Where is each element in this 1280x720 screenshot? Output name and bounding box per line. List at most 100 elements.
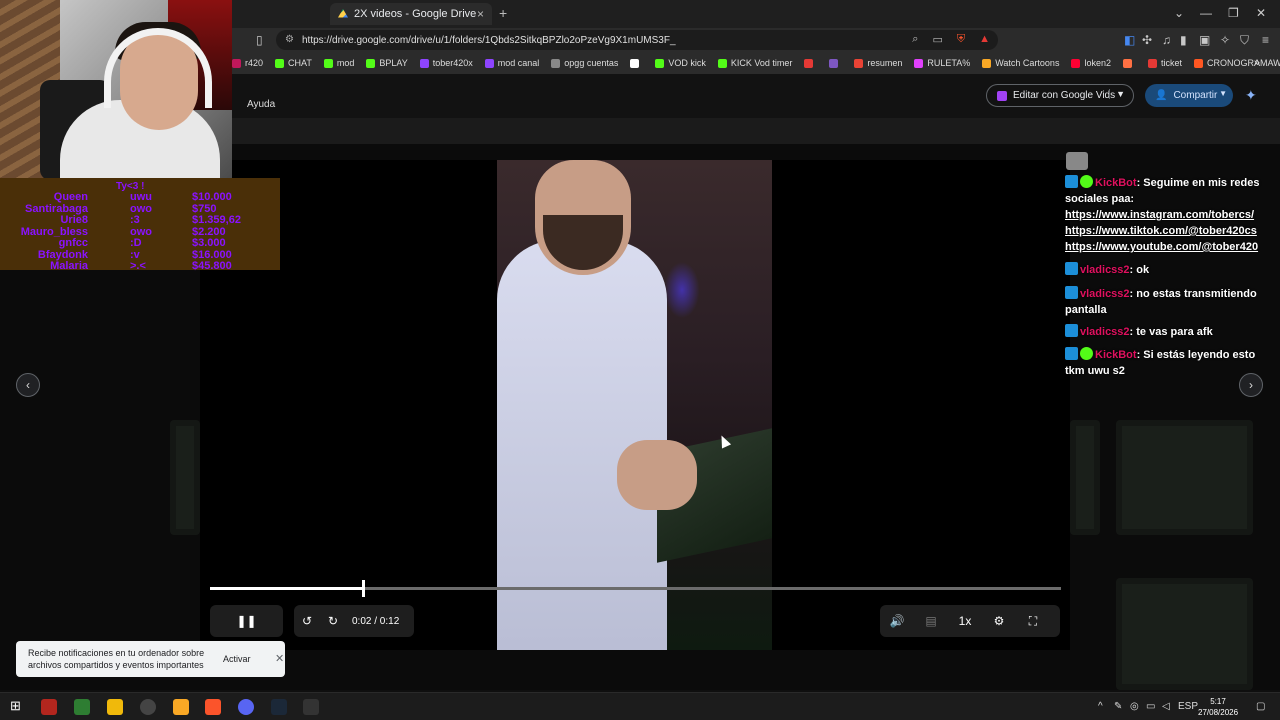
donation-amount: $1.359,62 — [192, 214, 241, 226]
close-window-button[interactable]: ✕ — [1256, 6, 1266, 20]
activate-button[interactable]: Activar — [223, 654, 251, 664]
steam-icon[interactable] — [271, 699, 287, 715]
music-icon[interactable]: ♫ — [1162, 33, 1171, 47]
brave-rewards-icon[interactable]: ▲ — [979, 33, 990, 46]
donation-row: Bfaydonk:v $16.000 — [0, 249, 280, 261]
vids-icon — [997, 90, 1007, 101]
sidebar-icon[interactable]: ▮ — [1180, 33, 1187, 47]
bookmark-item[interactable] — [804, 58, 817, 68]
chat-link[interactable]: https://www.tiktok.com/@tober420cs — [1065, 223, 1277, 239]
rewind-button[interactable]: ↺ — [294, 605, 320, 637]
windows-start-icon[interactable]: ⊞ — [10, 698, 21, 714]
playback-speed-button[interactable]: 1x — [948, 605, 982, 637]
video-progress-bar[interactable] — [210, 580, 1061, 597]
bookmark-item[interactable]: opgg cuentas — [551, 58, 618, 68]
bookmark-favicon-icon — [854, 58, 864, 68]
bookmark-item[interactable]: loken2 — [1071, 58, 1111, 68]
tab-close-icon[interactable]: × — [477, 7, 484, 21]
cast-icon[interactable]: ▭ — [932, 33, 942, 46]
bookmark-item[interactable]: KICK Vod timer — [717, 58, 792, 68]
new-tab-button[interactable]: + — [499, 5, 507, 21]
minimize-button[interactable]: — — [1200, 6, 1212, 20]
bookmark-item[interactable] — [829, 58, 842, 68]
bookmark-item[interactable]: VOD kick — [655, 58, 706, 68]
tab-drive[interactable]: 2X videos - Google Drive × — [330, 3, 492, 25]
help-menu[interactable]: Ayuda — [247, 99, 275, 110]
donation-name: Malaria — [50, 260, 88, 272]
previous-file-button[interactable]: ‹ — [16, 373, 40, 397]
drive-icon — [338, 9, 348, 18]
language-indicator[interactable]: ESP — [1178, 701, 1198, 712]
restore-button[interactable]: ❐ — [1228, 6, 1239, 20]
tab-search-icon[interactable]: ⌄ — [1174, 6, 1184, 20]
bookmark-favicon-icon — [323, 58, 333, 68]
toast-close-icon[interactable]: ✕ — [275, 652, 284, 665]
extension-icon[interactable]: ◧ — [1124, 33, 1135, 47]
pause-button[interactable]: ❚❚ — [210, 605, 283, 637]
brave-icon[interactable] — [205, 699, 221, 715]
chat-username: vladicss2 — [1080, 326, 1130, 338]
notifications-icon[interactable]: ▢ — [1256, 701, 1265, 712]
more-bookmarks-icon[interactable]: » — [1254, 57, 1260, 69]
address-bar[interactable]: ⚙ https://drive.google.com/drive/u/1/fol… — [276, 30, 998, 50]
bookmark-item[interactable] — [1122, 58, 1136, 68]
gemini-icon[interactable]: ✦ — [1245, 87, 1257, 104]
bookmark-item[interactable] — [630, 58, 643, 68]
fullscreen-icon: ⛶ — [1028, 613, 1038, 628]
replay-10-icon: ↺ — [301, 614, 313, 628]
progress-handle[interactable] — [362, 580, 366, 597]
donation-amount: $750 — [192, 202, 217, 215]
leo-icon[interactable]: ✧ — [1220, 33, 1230, 47]
bookmark-item[interactable]: Watch Cartoons — [982, 58, 1059, 68]
speaker-icon[interactable]: ◁ — [1162, 701, 1170, 712]
donation-emote: >.< — [130, 260, 146, 272]
chat-text: : te vas para afk — [1129, 326, 1213, 338]
pen-icon[interactable]: ✎ — [1114, 701, 1122, 712]
share-button[interactable]: 👤 Compartir ▼ — [1145, 84, 1233, 107]
chat-link[interactable]: https://www.youtube.com/@tober420 — [1065, 239, 1277, 255]
chat-message: vladicss2: ok — [1065, 262, 1277, 278]
chat-link[interactable]: https://www.instagram.com/tobercs/ — [1065, 207, 1277, 223]
donation-row: Malaria >.< $45.800 — [0, 260, 280, 272]
app-icon[interactable] — [41, 699, 57, 715]
wallet-icon[interactable]: ▣ — [1199, 33, 1210, 47]
bookmark-item[interactable]: resumen — [854, 58, 902, 68]
menu-icon[interactable]: ≡ — [1262, 33, 1269, 47]
forward-button[interactable]: ↻ — [320, 605, 346, 637]
chevron-down-icon[interactable]: ▼ — [1109, 89, 1125, 99]
zoom-icon[interactable]: ⌕ — [912, 33, 918, 46]
discord-icon[interactable] — [238, 699, 254, 715]
app-tray-icon[interactable]: ◎ — [1130, 701, 1139, 712]
chat-username: KickBot — [1095, 349, 1137, 361]
taskbar-clock[interactable]: 5:17 27/08/2026 — [1198, 696, 1238, 718]
bookmark-item[interactable]: tober420x — [419, 58, 473, 68]
bookmark-item[interactable]: r420 — [232, 58, 263, 68]
vpn-icon[interactable]: ⛉ — [1240, 33, 1249, 48]
bookmark-item[interactable]: RULETA% — [914, 58, 970, 68]
site-info-icon[interactable]: ⚙ — [285, 34, 294, 45]
bookmark-item[interactable]: ticket — [1147, 58, 1182, 68]
chevron-down-icon[interactable]: ▼ — [1219, 89, 1227, 98]
bookmark-item[interactable]: CRONOGRAMAWO... — [1194, 58, 1280, 68]
captions-button[interactable]: ▤ — [914, 605, 948, 637]
bookmark-item[interactable]: CHAT — [275, 58, 312, 68]
app-icon[interactable] — [74, 699, 90, 715]
app-icon[interactable] — [303, 699, 319, 715]
url-text: https://drive.google.com/drive/u/1/folde… — [302, 34, 676, 46]
bookmark-item[interactable]: mod canal — [484, 58, 539, 68]
bookmark-item[interactable]: mod — [323, 58, 354, 68]
volume-button[interactable]: 🔊 — [880, 605, 914, 637]
binance-icon[interactable] — [107, 699, 123, 715]
edit-with-vids-button[interactable]: Editar con Google Vids ▼ — [986, 84, 1134, 107]
puzzle-icon[interactable]: ✣ — [1142, 33, 1152, 47]
fullscreen-button[interactable]: ⛶ — [1016, 605, 1050, 637]
brave-shield-icon[interactable]: ⛨ — [957, 33, 965, 46]
file-explorer-icon[interactable] — [173, 699, 189, 715]
bookmark-star-icon[interactable]: ▯ — [256, 33, 263, 47]
network-icon[interactable]: ▭ — [1146, 701, 1155, 712]
bookmark-item[interactable]: BPLAY — [366, 58, 408, 68]
tray-expand-icon[interactable]: ^ — [1098, 701, 1103, 712]
settings-button[interactable]: ⚙ — [982, 605, 1016, 637]
obs-icon[interactable] — [140, 699, 156, 715]
video-frame[interactable] — [497, 160, 772, 650]
